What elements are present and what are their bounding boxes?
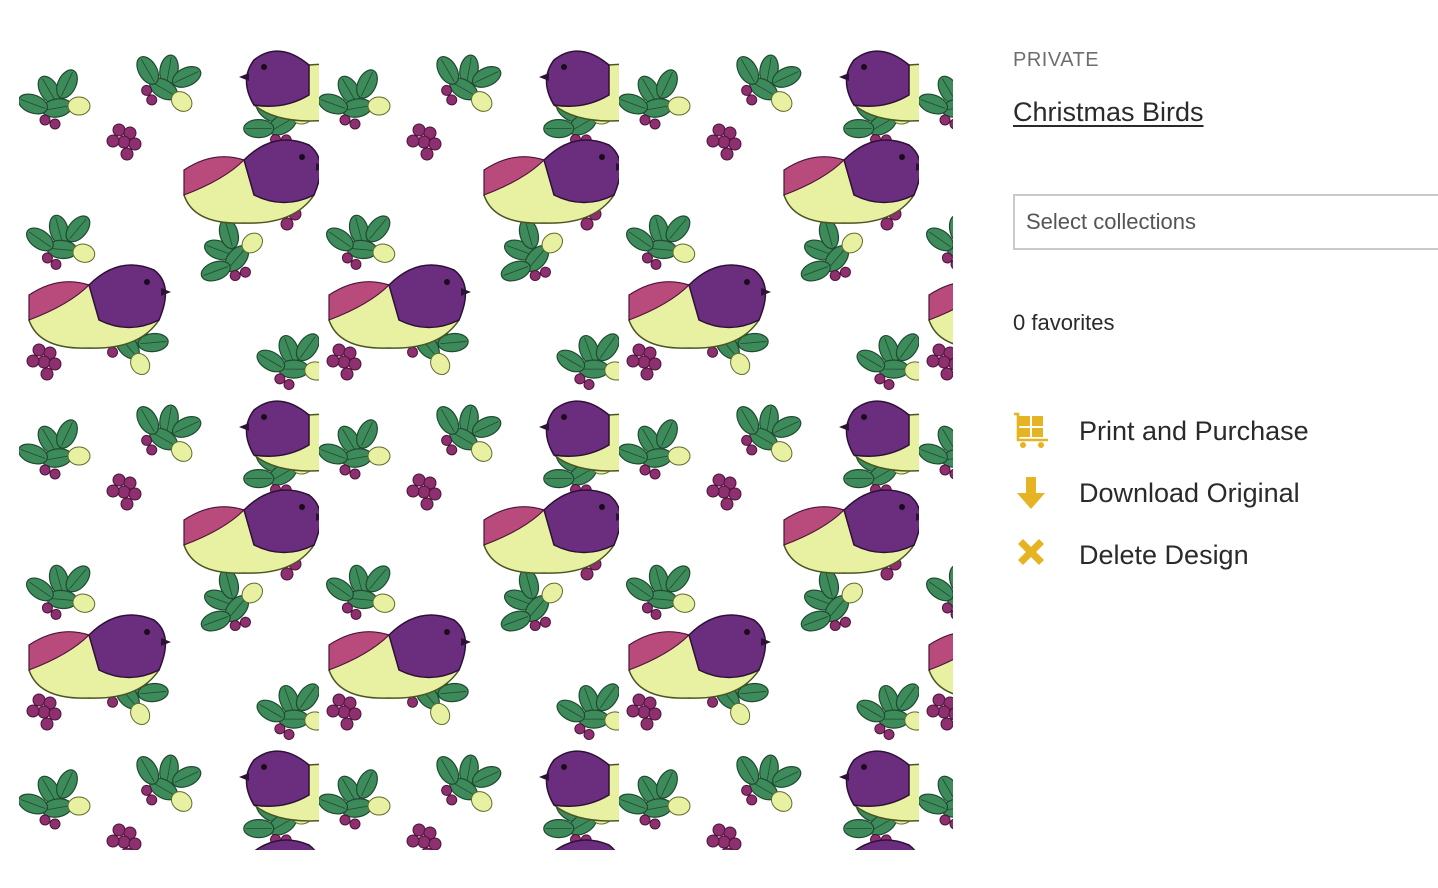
print-and-purchase-button[interactable]: Print and Purchase [1013, 400, 1309, 462]
design-title-link[interactable]: Christmas Birds [1013, 97, 1204, 128]
download-arrow-icon [1013, 473, 1053, 513]
download-original-label: Download Original [1079, 477, 1300, 508]
design-sidebar: PRIVATE Christmas Birds Select collectio… [1013, 0, 1438, 888]
collections-placeholder: Select collections [1026, 209, 1196, 234]
delete-design-label: Delete Design [1079, 539, 1249, 570]
design-actions: Print and Purchase Download Original Del… [1013, 400, 1309, 586]
favorites-count: 0 favorites [1013, 310, 1115, 335]
delete-design-button[interactable]: Delete Design [1013, 524, 1309, 586]
cart-icon [1013, 411, 1053, 451]
privacy-label: PRIVATE [1013, 49, 1100, 71]
download-original-button[interactable]: Download Original [1013, 462, 1309, 524]
design-image [19, 50, 953, 850]
print-and-purchase-label: Print and Purchase [1079, 415, 1309, 446]
collections-select[interactable]: Select collections [1013, 194, 1438, 250]
delete-x-icon [1013, 535, 1053, 575]
pattern-svg [19, 50, 953, 850]
